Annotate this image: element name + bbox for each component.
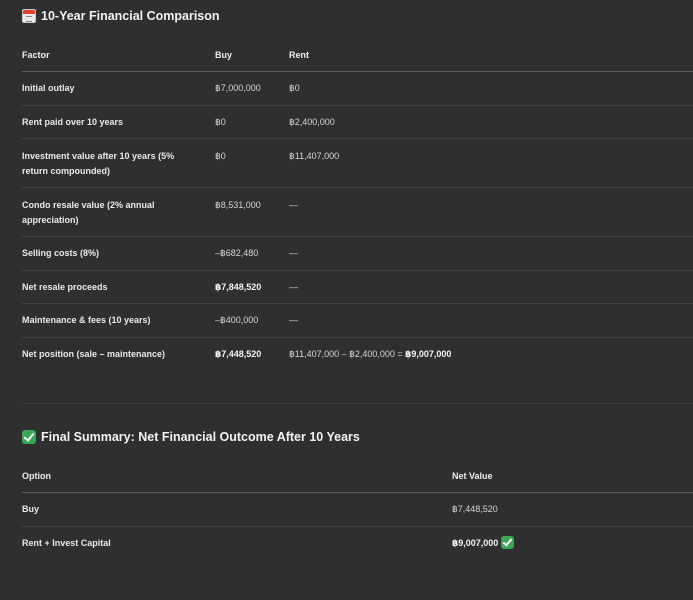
column-header-factor: Factor: [22, 38, 215, 72]
rent-cell: —: [289, 236, 693, 271]
table-row: Initial outlay ฿7,000,000 ฿0: [22, 71, 693, 106]
check-mark-icon: [501, 536, 515, 550]
factor-cell: Maintenance & fees (10 years): [22, 303, 215, 338]
buy-cell: ฿7,000,000: [215, 71, 289, 106]
table-row: Net position (sale – maintenance) ฿7,448…: [22, 338, 693, 371]
buy-cell: ฿7,448,520: [215, 348, 262, 359]
comparison-table: Factor Buy Rent Initial outlay ฿7,000,00…: [22, 38, 693, 371]
factor-cell: Condo resale value (2% annual appreciati…: [22, 187, 215, 237]
buy-cell: ฿7,848,520: [215, 270, 289, 304]
summary-heading: Final Summary: Net Financial Outcome Aft…: [22, 430, 360, 444]
comparison-heading: 10-Year Financial Comparison: [22, 9, 220, 23]
table-row: Rent + Invest Capital ฿9,007,000: [22, 527, 693, 561]
factor-cell: Net position (sale – maintenance): [22, 348, 166, 359]
comparison-title: 10-Year Financial Comparison: [41, 9, 220, 23]
rent-cell: —: [289, 303, 693, 338]
rent-cell: ฿11,407,000: [289, 138, 693, 188]
buy-cell: ฿0: [215, 105, 289, 139]
table-row: Net resale proceeds ฿7,848,520 —: [22, 270, 693, 304]
calendar-icon: [22, 9, 36, 23]
column-header-buy: Buy: [215, 38, 289, 72]
table-row: Buy ฿7,448,520: [22, 492, 693, 527]
section-divider: [22, 403, 693, 404]
summary-title: Final Summary: Net Financial Outcome Aft…: [41, 430, 360, 444]
net-value-cell: ฿7,448,520: [452, 492, 693, 527]
option-cell: Buy: [22, 492, 452, 527]
factor-cell: Selling costs (8%): [22, 236, 215, 271]
net-value-text: ฿9,007,000: [452, 538, 499, 549]
rent-total: ฿9,007,000: [405, 348, 452, 359]
table-row: Maintenance & fees (10 years) –฿400,000 …: [22, 303, 693, 338]
summary-table: Option Net Value Buy ฿7,448,520 Rent + I…: [22, 459, 693, 561]
rent-cell: ฿2,400,000: [289, 105, 693, 139]
rent-cell: —: [289, 270, 693, 304]
buy-cell: –฿682,480: [215, 236, 289, 271]
table-row: Rent paid over 10 years ฿0 ฿2,400,000: [22, 105, 693, 139]
buy-cell: ฿8,531,000: [215, 187, 289, 237]
factor-cell: Initial outlay: [22, 71, 215, 106]
rent-cell: —: [289, 187, 693, 237]
column-header-option: Option: [22, 459, 452, 493]
rent-cell: ฿11,407,000 – ฿2,400,000 = ฿9,007,000: [289, 338, 693, 371]
factor-cell: Rent paid over 10 years: [22, 105, 215, 139]
buy-cell: –฿400,000: [215, 303, 289, 338]
factor-cell: Net resale proceeds: [22, 270, 215, 304]
option-cell: Rent + Invest Capital: [22, 538, 111, 549]
factor-cell: Investment value after 10 years (5% retu…: [22, 138, 215, 188]
net-value-cell: ฿9,007,000: [452, 527, 693, 561]
table-header-row: Factor Buy Rent: [22, 38, 693, 72]
buy-cell: ฿0: [215, 138, 289, 188]
rent-formula: ฿11,407,000 – ฿2,400,000 =: [289, 348, 406, 359]
rent-cell: ฿0: [289, 71, 693, 106]
table-row: Selling costs (8%) –฿682,480 —: [22, 236, 693, 271]
table-row: Investment value after 10 years (5% retu…: [22, 138, 693, 188]
table-row: Condo resale value (2% annual appreciati…: [22, 187, 693, 237]
column-header-net-value: Net Value: [452, 459, 693, 493]
column-header-rent: Rent: [289, 38, 693, 72]
check-mark-icon: [22, 430, 36, 444]
table-header-row: Option Net Value: [22, 459, 693, 493]
